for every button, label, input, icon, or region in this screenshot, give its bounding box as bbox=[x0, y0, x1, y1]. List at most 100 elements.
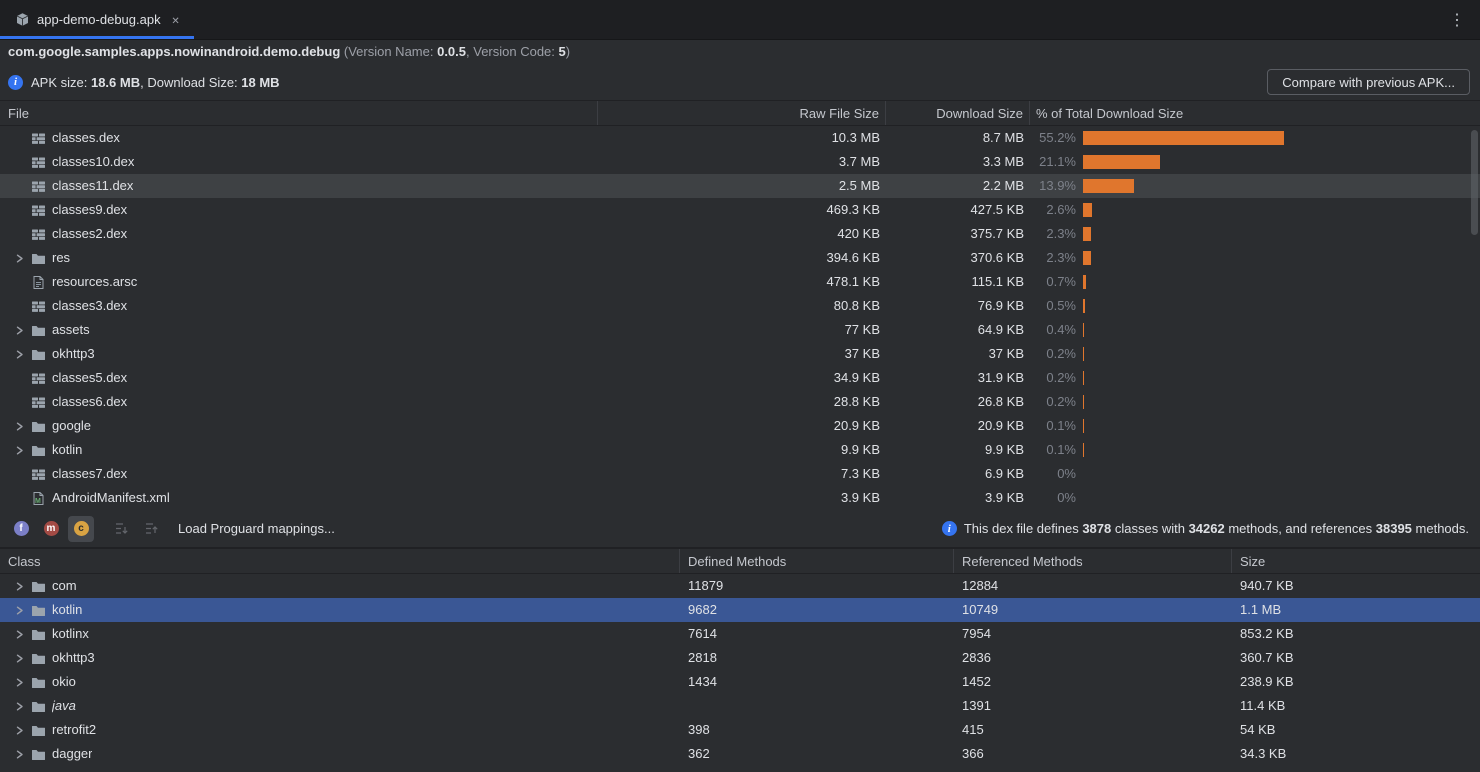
version-code-value: 5 bbox=[559, 44, 566, 59]
file-name: classes6.dex bbox=[52, 390, 127, 414]
dex-file-icon bbox=[30, 227, 46, 242]
package-info-line: com.google.samples.apps.nowinandroid.dem… bbox=[0, 40, 1480, 64]
percent-of-total-value: 0.1% bbox=[1030, 438, 1076, 462]
class-table-row[interactable]: kotlinx 7614 7954 853.2 KB bbox=[0, 622, 1480, 646]
expand-chevron-icon[interactable] bbox=[8, 446, 30, 455]
class-table-row[interactable]: com 11879 12884 940.7 KB bbox=[0, 574, 1480, 598]
tab-apk-file[interactable]: app-demo-debug.apk bbox=[0, 0, 194, 39]
expand-all-icon[interactable] bbox=[108, 516, 134, 542]
folder-icon bbox=[30, 251, 46, 266]
defined-methods-value: 9682 bbox=[680, 598, 954, 622]
expand-chevron-icon[interactable] bbox=[8, 726, 30, 735]
file-table-row[interactable]: classes7.dex 7.3 KB 6.9 KB 0% bbox=[0, 462, 1480, 486]
class-table-row[interactable]: java 1391 11.4 KB bbox=[0, 694, 1480, 718]
column-header-download-size[interactable]: Download Size bbox=[886, 101, 1030, 125]
raw-file-size-value: 478.1 KB bbox=[598, 270, 886, 294]
expand-chevron-icon[interactable] bbox=[8, 582, 30, 591]
file-table-row[interactable]: classes6.dex 28.8 KB 26.8 KB 0.2% bbox=[0, 390, 1480, 414]
percent-of-total-value: 0% bbox=[1030, 462, 1076, 486]
column-header-class[interactable]: Class bbox=[0, 549, 680, 573]
expand-chevron-icon[interactable] bbox=[8, 654, 30, 663]
file-table-row[interactable]: classes5.dex 34.9 KB 31.9 KB 0.2% bbox=[0, 366, 1480, 390]
folder-icon bbox=[30, 347, 46, 362]
percent-of-total-value: 13.9% bbox=[1030, 174, 1076, 198]
manifest-file-icon: M bbox=[30, 491, 46, 506]
file-table-row[interactable]: kotlin 9.9 KB 9.9 KB 0.1% bbox=[0, 438, 1480, 462]
column-header-file[interactable]: File bbox=[0, 101, 598, 125]
defined-methods-count: 34262 bbox=[1189, 521, 1225, 536]
file-table-row[interactable]: classes11.dex 2.5 MB 2.2 MB 13.9% bbox=[0, 174, 1480, 198]
file-table-row[interactable]: classes10.dex 3.7 MB 3.3 MB 21.1% bbox=[0, 150, 1480, 174]
package-folder-icon bbox=[30, 747, 46, 762]
collapse-all-icon[interactable] bbox=[138, 516, 164, 542]
class-table-row[interactable]: okhttp3 2818 2836 360.7 KB bbox=[0, 646, 1480, 670]
size-value: 54 KB bbox=[1232, 718, 1480, 742]
load-proguard-mappings-button[interactable]: Load Proguard mappings... bbox=[178, 521, 335, 536]
file-table-row[interactable]: M AndroidManifest.xml 3.9 KB 3.9 KB 0% bbox=[0, 486, 1480, 510]
column-header-percent-of-total[interactable]: % of Total Download Size bbox=[1030, 101, 1480, 125]
class-table-row[interactable]: dagger 362 366 34.3 KB bbox=[0, 742, 1480, 766]
file-table-row[interactable]: classes2.dex 420 KB 375.7 KB 2.3% bbox=[0, 222, 1480, 246]
referenced-methods-value: 415 bbox=[954, 718, 1232, 742]
show-fields-toggle-icon[interactable] bbox=[8, 516, 34, 542]
percent-of-total-value: 0.4% bbox=[1030, 318, 1076, 342]
expand-chevron-icon[interactable] bbox=[8, 750, 30, 759]
file-table-row[interactable]: resources.arsc 478.1 KB 115.1 KB 0.7% bbox=[0, 270, 1480, 294]
file-table-row[interactable]: classes9.dex 469.3 KB 427.5 KB 2.6% bbox=[0, 198, 1480, 222]
expand-chevron-icon[interactable] bbox=[8, 326, 30, 335]
file-name: classes3.dex bbox=[52, 294, 127, 318]
compare-previous-apk-button[interactable]: Compare with previous APK... bbox=[1267, 69, 1470, 95]
referenced-methods-value: 2836 bbox=[954, 646, 1232, 670]
column-header-referenced-methods[interactable]: Referenced Methods bbox=[954, 549, 1232, 573]
file-table-row[interactable]: res 394.6 KB 370.6 KB 2.3% bbox=[0, 246, 1480, 270]
show-methods-toggle-icon[interactable] bbox=[38, 516, 64, 542]
class-table-row[interactable]: kotlin 9682 10749 1.1 MB bbox=[0, 598, 1480, 622]
show-referenced-classes-toggle-icon[interactable] bbox=[68, 516, 94, 542]
arsc-file-icon bbox=[30, 275, 46, 290]
folder-icon bbox=[30, 443, 46, 458]
expand-chevron-icon[interactable] bbox=[8, 606, 30, 615]
expand-chevron-icon[interactable] bbox=[8, 678, 30, 687]
kebab-menu-icon[interactable] bbox=[1434, 10, 1480, 30]
expand-chevron-icon[interactable] bbox=[8, 630, 30, 639]
column-header-raw-file-size[interactable]: Raw File Size bbox=[598, 101, 886, 125]
column-header-defined-methods[interactable]: Defined Methods bbox=[680, 549, 954, 573]
raw-file-size-value: 394.6 KB bbox=[598, 246, 886, 270]
expand-chevron-icon[interactable] bbox=[8, 702, 30, 711]
download-size-value: 8.7 MB bbox=[886, 126, 1030, 150]
column-header-size[interactable]: Size bbox=[1232, 549, 1480, 573]
apk-analyzer-window: app-demo-debug.apk com.google.samples.ap… bbox=[0, 0, 1480, 772]
field-icon bbox=[14, 521, 29, 536]
package-folder-icon bbox=[30, 627, 46, 642]
raw-file-size-value: 420 KB bbox=[598, 222, 886, 246]
expand-chevron-icon[interactable] bbox=[8, 422, 30, 431]
file-name: AndroidManifest.xml bbox=[52, 486, 170, 510]
class-table-row[interactable]: retrofit2 398 415 54 KB bbox=[0, 718, 1480, 742]
percent-of-total-value: 2.3% bbox=[1030, 222, 1076, 246]
vertical-scrollbar[interactable] bbox=[1471, 130, 1478, 235]
package-name: com.google.samples.apps.nowinandroid.dem… bbox=[8, 44, 340, 59]
defined-methods-value: 2818 bbox=[680, 646, 954, 670]
close-icon[interactable] bbox=[168, 12, 184, 27]
expand-chevron-icon[interactable] bbox=[8, 350, 30, 359]
file-table-row[interactable]: classes3.dex 80.8 KB 76.9 KB 0.5% bbox=[0, 294, 1480, 318]
dex-file-icon bbox=[30, 155, 46, 170]
file-name: classes7.dex bbox=[52, 462, 127, 486]
package-name: okhttp3 bbox=[52, 646, 95, 670]
file-table-row[interactable]: okhttp3 37 KB 37 KB 0.2% bbox=[0, 342, 1480, 366]
class-table-row[interactable]: okio 1434 1452 238.9 KB bbox=[0, 670, 1480, 694]
version-code-label: , Version Code: bbox=[466, 44, 559, 59]
file-table-row[interactable]: assets 77 KB 64.9 KB 0.4% bbox=[0, 318, 1480, 342]
dex-file-icon bbox=[30, 203, 46, 218]
expand-chevron-icon[interactable] bbox=[8, 254, 30, 263]
download-size-value: 9.9 KB bbox=[886, 438, 1030, 462]
file-name: kotlin bbox=[52, 438, 82, 462]
percent-of-total-value: 0.1% bbox=[1030, 414, 1076, 438]
file-table-row[interactable]: classes.dex 10.3 MB 8.7 MB 55.2% bbox=[0, 126, 1480, 150]
raw-file-size-value: 10.3 MB bbox=[598, 126, 886, 150]
file-name: classes2.dex bbox=[52, 222, 127, 246]
download-size-bar bbox=[1083, 275, 1086, 289]
referenced-methods-value: 10749 bbox=[954, 598, 1232, 622]
file-table-row[interactable]: google 20.9 KB 20.9 KB 0.1% bbox=[0, 414, 1480, 438]
file-table-header: File Raw File Size Download Size % of To… bbox=[0, 100, 1480, 126]
